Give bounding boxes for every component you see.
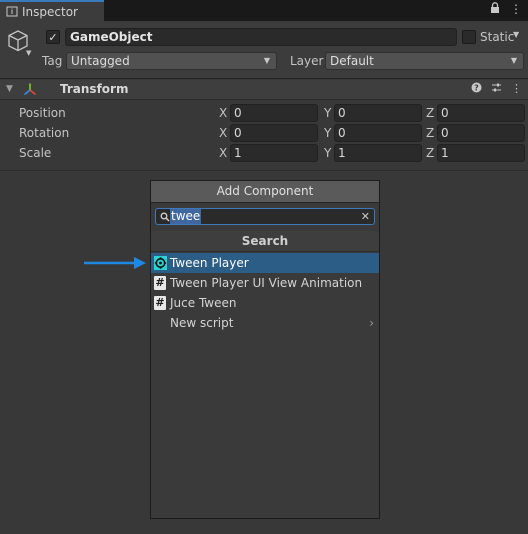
- list-item-label: New script: [170, 316, 234, 330]
- clear-search-icon[interactable]: ✕: [361, 210, 370, 223]
- layer-value: Default: [330, 54, 374, 68]
- rotation-x-field[interactable]: 0: [230, 124, 318, 142]
- tab-inspector[interactable]: Inspector: [0, 0, 104, 21]
- tag-label: Tag: [42, 54, 63, 68]
- tab-controls: ⋮: [490, 2, 522, 17]
- static-label: Static: [480, 30, 515, 44]
- chevron-down-icon[interactable]: ▼: [26, 49, 31, 57]
- scale-label: Scale: [19, 146, 52, 160]
- list-item-label: Tween Player: [170, 256, 249, 270]
- axis-z-label[interactable]: Z: [426, 126, 434, 140]
- search-section-title: Search: [151, 231, 379, 252]
- chevron-right-icon: ›: [369, 316, 374, 330]
- list-item-new-script[interactable]: New script ›: [151, 313, 379, 333]
- component-divider: [0, 170, 528, 171]
- tag-value: Untagged: [71, 54, 130, 68]
- axis-y-label[interactable]: Y: [324, 106, 331, 120]
- transform-header-icons: ? ⋮: [471, 82, 522, 96]
- lock-icon[interactable]: [490, 2, 500, 17]
- list-item-label: Tween Player UI View Animation: [170, 276, 363, 290]
- presets-icon[interactable]: [491, 82, 502, 96]
- list-item-tween-player-ui-view-animation[interactable]: # Tween Player UI View Animation: [151, 273, 379, 293]
- axis-y-label[interactable]: Y: [324, 126, 331, 140]
- chevron-down-icon[interactable]: ▼: [513, 30, 519, 39]
- transform-icon: [22, 82, 38, 98]
- chevron-down-icon: ▼: [263, 56, 270, 65]
- rotation-z-field[interactable]: 0: [437, 124, 525, 142]
- axis-z-label[interactable]: Z: [426, 106, 434, 120]
- add-component-button[interactable]: Add Component: [151, 181, 379, 203]
- tween-player-icon: [154, 256, 167, 270]
- pointer-arrow: [84, 257, 146, 269]
- static-checkbox[interactable]: [462, 30, 476, 44]
- list-item-juce-tween[interactable]: # Juce Tween: [151, 293, 379, 313]
- position-z-field[interactable]: 0: [437, 104, 525, 122]
- script-hash-icon: #: [154, 296, 166, 310]
- rotation-y-field[interactable]: 0: [334, 124, 422, 142]
- gameobject-header: ▼ ✓ GameObject Static ▼ Tag Untagged ▼ L…: [0, 21, 528, 79]
- position-y-field[interactable]: 0: [334, 104, 422, 122]
- transform-header[interactable]: ▼ Transform ? ⋮: [0, 80, 528, 100]
- list-item-tween-player[interactable]: Tween Player: [151, 253, 379, 273]
- help-icon[interactable]: ?: [471, 82, 482, 96]
- position-x-field[interactable]: 0: [230, 104, 318, 122]
- layer-label: Layer: [290, 54, 324, 68]
- axis-y-label[interactable]: Y: [324, 146, 331, 160]
- scale-y-field[interactable]: 1: [334, 144, 422, 162]
- scale-z-field[interactable]: 1: [437, 144, 525, 162]
- axis-x-label[interactable]: X: [219, 126, 227, 140]
- rotation-label: Rotation: [19, 126, 70, 140]
- kebab-menu-icon[interactable]: ⋮: [511, 82, 522, 96]
- tab-label: Inspector: [22, 4, 78, 19]
- search-query-text: twee: [170, 209, 202, 224]
- add-component-popup: Add Component twee ✕ Search Tween Player…: [150, 180, 380, 519]
- position-label: Position: [19, 106, 66, 120]
- axis-x-label[interactable]: X: [219, 146, 227, 160]
- gameobject-name-field[interactable]: GameObject: [65, 28, 457, 46]
- foldout-arrow-icon[interactable]: ▼: [6, 84, 13, 94]
- svg-text:?: ?: [474, 84, 479, 93]
- chevron-down-icon: ▼: [510, 56, 517, 65]
- scale-x-field[interactable]: 1: [230, 144, 318, 162]
- search-icon: [160, 211, 170, 222]
- component-search-input[interactable]: twee ✕: [155, 208, 375, 225]
- transform-title: Transform: [60, 82, 129, 96]
- axis-z-label[interactable]: Z: [426, 146, 434, 160]
- active-checkbox[interactable]: ✓: [46, 30, 60, 44]
- menu-dots-icon[interactable]: ⋮: [510, 2, 522, 17]
- list-item-label: Juce Tween: [170, 296, 237, 310]
- axis-x-label[interactable]: X: [219, 106, 227, 120]
- script-hash-icon: #: [154, 276, 166, 290]
- info-icon: [6, 6, 18, 17]
- tab-bar: Inspector ⋮: [0, 0, 528, 21]
- layer-dropdown[interactable]: Default ▼: [325, 52, 524, 70]
- tag-dropdown[interactable]: Untagged ▼: [66, 52, 277, 70]
